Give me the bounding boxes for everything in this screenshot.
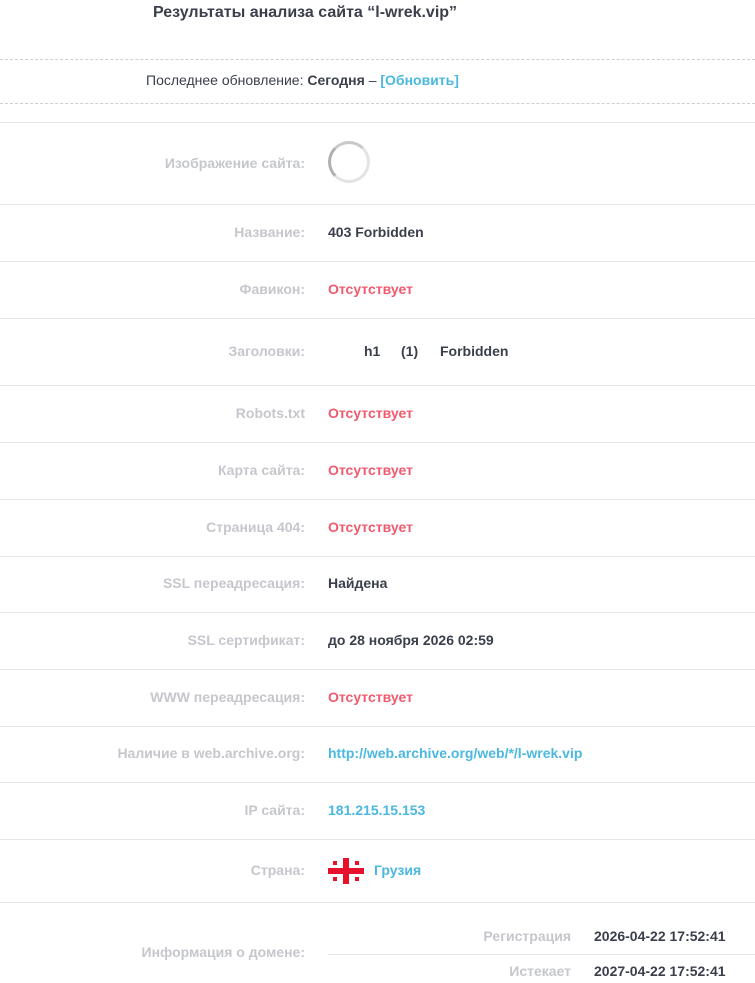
row-www-redirect: WWW переадресация: Отсутствует [0, 669, 755, 726]
loading-spinner-icon [328, 141, 370, 183]
ip-label: IP сайта: [244, 802, 305, 818]
divider [328, 954, 755, 955]
heading-tag: h1 [364, 343, 381, 359]
www-redirect-value: Отсутствует [328, 689, 413, 705]
refresh-link[interactable]: [Обновить] [380, 72, 459, 88]
row-ssl-cert: SSL сертификат: до 28 ноября 2026 02:59 [0, 612, 755, 669]
favicon-value: Отсутствует [328, 281, 413, 297]
robots-label: Robots.txt [235, 405, 305, 421]
title-label: Название: [234, 224, 305, 240]
archive-link[interactable]: http://web.archive.org/web/*/l-wrek.vip [328, 745, 582, 761]
page-title: Результаты анализа сайта “l-wrek.vip” [153, 4, 458, 21]
row-ip: IP сайта: 181.215.15.153 [0, 782, 755, 839]
row-archive: Наличие в web.archive.org: http://web.ar… [0, 726, 755, 782]
country-label: Страна: [250, 862, 305, 878]
ssl-redirect-label: SSL переадресация: [162, 575, 305, 591]
update-label: Последнее обновление: [146, 72, 304, 88]
heading-count: (1) [401, 343, 419, 359]
ip-link[interactable]: 181.215.15.153 [328, 802, 425, 818]
divider [0, 103, 755, 104]
sitemap-value: Отсутствует [328, 462, 413, 478]
row-404: Страница 404: Отсутствует [0, 499, 755, 556]
row-screenshot: Изображение сайта: [0, 122, 755, 204]
headings-label: Заголовки: [228, 343, 305, 359]
heading-value: Forbidden [440, 343, 509, 359]
expires-label: Истекает [509, 963, 571, 979]
row-ssl-redirect: SSL переадресация: Найдена [0, 556, 755, 612]
robots-value: Отсутствует [328, 405, 413, 421]
screenshot-label: Изображение сайта: [164, 155, 305, 171]
registration-value: 2026-04-22 17:52:41 [594, 928, 726, 944]
registration-label: Регистрация [483, 928, 571, 944]
sitemap-label: Карта сайта: [217, 462, 305, 478]
row-headings: Заголовки: h1 (1) Forbidden [0, 318, 755, 385]
favicon-label: Фавикон: [239, 281, 305, 297]
title-value: 403 Forbidden [328, 224, 424, 240]
row-robots: Robots.txt Отсутствует [0, 385, 755, 442]
georgia-flag-icon [328, 858, 364, 884]
ssl-cert-value: до 28 ноября 2026 02:59 [328, 632, 494, 648]
country-link[interactable]: Грузия [374, 862, 421, 878]
page404-label: Страница 404: [206, 519, 305, 535]
page404-value: Отсутствует [328, 519, 413, 535]
expires-value: 2027-04-22 17:52:41 [594, 963, 726, 979]
row-title: Название: 403 Forbidden [0, 204, 755, 261]
divider [0, 59, 755, 60]
domain-label: Информация о домене: [141, 944, 305, 960]
last-update: Последнее обновление: Сегодня – [Обновит… [146, 72, 459, 88]
www-redirect-label: WWW переадресация: [150, 689, 305, 705]
archive-label: Наличие в web.archive.org: [117, 745, 305, 761]
row-country: Страна: Грузия [0, 839, 755, 902]
row-favicon: Фавикон: Отсутствует [0, 261, 755, 318]
row-sitemap: Карта сайта: Отсутствует [0, 442, 755, 499]
ssl-cert-label: SSL сертификат: [187, 632, 305, 648]
update-separator: – [368, 72, 377, 88]
ssl-redirect-value: Найдена [328, 575, 388, 591]
update-value: Сегодня [307, 72, 365, 88]
row-domain-info: Информация о домене: Регистрация 2026-04… [0, 902, 755, 983]
